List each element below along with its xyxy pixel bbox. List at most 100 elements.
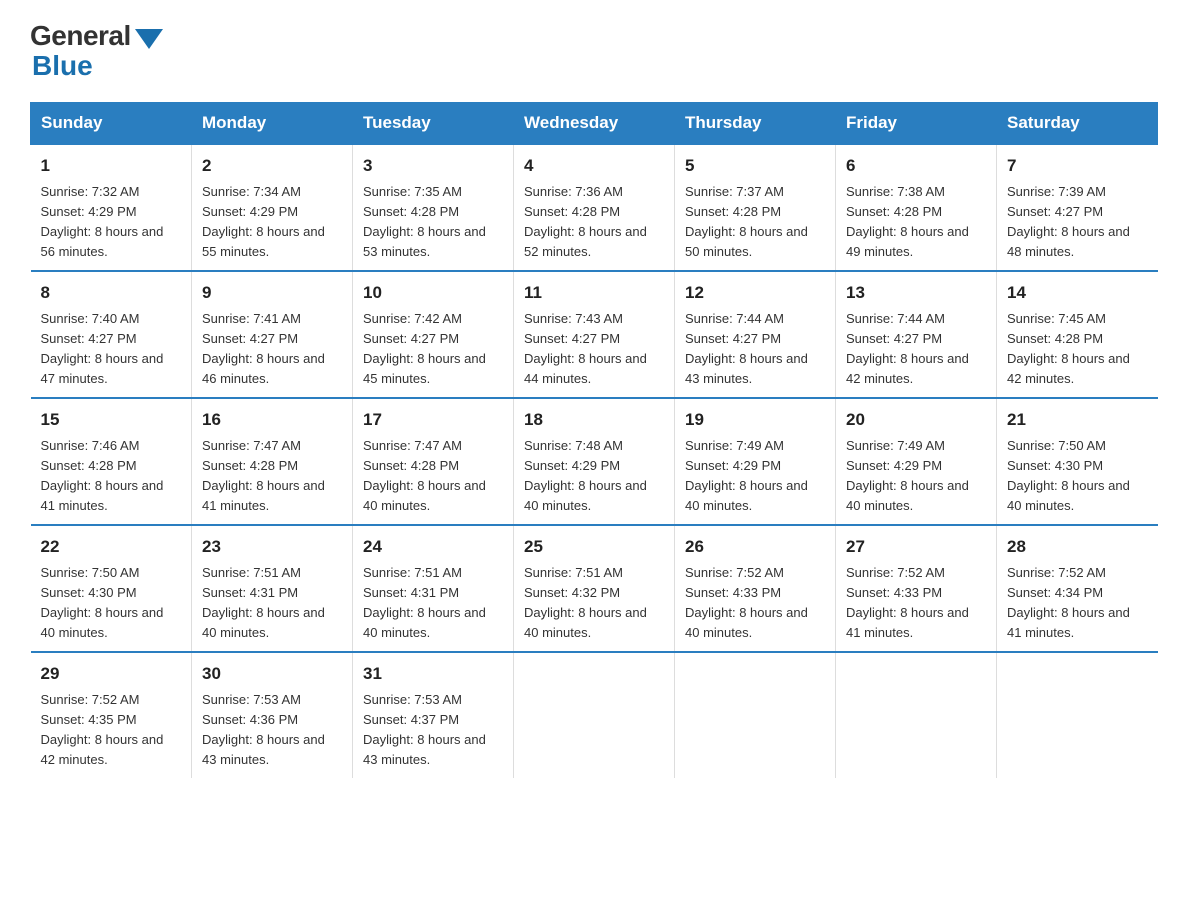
calendar-day-cell: 28 Sunrise: 7:52 AMSunset: 4:34 PMDaylig… <box>997 525 1158 652</box>
logo: General Blue <box>30 20 163 82</box>
day-number: 4 <box>524 153 664 179</box>
day-number: 14 <box>1007 280 1148 306</box>
day-info: Sunrise: 7:47 AMSunset: 4:28 PMDaylight:… <box>202 436 342 517</box>
calendar-day-cell: 5 Sunrise: 7:37 AMSunset: 4:28 PMDayligh… <box>675 144 836 271</box>
day-number: 31 <box>363 661 503 687</box>
calendar-day-cell: 26 Sunrise: 7:52 AMSunset: 4:33 PMDaylig… <box>675 525 836 652</box>
day-number: 22 <box>41 534 182 560</box>
calendar-day-cell: 19 Sunrise: 7:49 AMSunset: 4:29 PMDaylig… <box>675 398 836 525</box>
calendar-header-cell: Thursday <box>675 103 836 145</box>
day-number: 29 <box>41 661 182 687</box>
calendar-header-cell: Wednesday <box>514 103 675 145</box>
day-info: Sunrise: 7:37 AMSunset: 4:28 PMDaylight:… <box>685 182 825 263</box>
calendar-day-cell <box>997 652 1158 778</box>
day-info: Sunrise: 7:36 AMSunset: 4:28 PMDaylight:… <box>524 182 664 263</box>
calendar-day-cell: 3 Sunrise: 7:35 AMSunset: 4:28 PMDayligh… <box>353 144 514 271</box>
day-number: 30 <box>202 661 342 687</box>
day-number: 1 <box>41 153 182 179</box>
calendar-header-cell: Friday <box>836 103 997 145</box>
day-info: Sunrise: 7:49 AMSunset: 4:29 PMDaylight:… <box>846 436 986 517</box>
day-number: 3 <box>363 153 503 179</box>
day-number: 12 <box>685 280 825 306</box>
calendar-day-cell: 14 Sunrise: 7:45 AMSunset: 4:28 PMDaylig… <box>997 271 1158 398</box>
calendar-week-row: 22 Sunrise: 7:50 AMSunset: 4:30 PMDaylig… <box>31 525 1158 652</box>
day-info: Sunrise: 7:45 AMSunset: 4:28 PMDaylight:… <box>1007 309 1148 390</box>
day-info: Sunrise: 7:38 AMSunset: 4:28 PMDaylight:… <box>846 182 986 263</box>
day-number: 19 <box>685 407 825 433</box>
day-info: Sunrise: 7:53 AMSunset: 4:36 PMDaylight:… <box>202 690 342 771</box>
calendar-header-cell: Sunday <box>31 103 192 145</box>
calendar-header-cell: Saturday <box>997 103 1158 145</box>
calendar-week-row: 1 Sunrise: 7:32 AMSunset: 4:29 PMDayligh… <box>31 144 1158 271</box>
calendar-table: SundayMondayTuesdayWednesdayThursdayFrid… <box>30 102 1158 778</box>
day-number: 6 <box>846 153 986 179</box>
calendar-day-cell: 12 Sunrise: 7:44 AMSunset: 4:27 PMDaylig… <box>675 271 836 398</box>
day-number: 27 <box>846 534 986 560</box>
calendar-day-cell: 15 Sunrise: 7:46 AMSunset: 4:28 PMDaylig… <box>31 398 192 525</box>
calendar-day-cell <box>514 652 675 778</box>
day-info: Sunrise: 7:34 AMSunset: 4:29 PMDaylight:… <box>202 182 342 263</box>
day-number: 7 <box>1007 153 1148 179</box>
day-number: 15 <box>41 407 182 433</box>
day-number: 2 <box>202 153 342 179</box>
day-info: Sunrise: 7:44 AMSunset: 4:27 PMDaylight:… <box>846 309 986 390</box>
day-info: Sunrise: 7:39 AMSunset: 4:27 PMDaylight:… <box>1007 182 1148 263</box>
day-info: Sunrise: 7:50 AMSunset: 4:30 PMDaylight:… <box>1007 436 1148 517</box>
day-number: 28 <box>1007 534 1148 560</box>
day-number: 16 <box>202 407 342 433</box>
calendar-day-cell <box>836 652 997 778</box>
day-number: 21 <box>1007 407 1148 433</box>
day-info: Sunrise: 7:41 AMSunset: 4:27 PMDaylight:… <box>202 309 342 390</box>
day-number: 10 <box>363 280 503 306</box>
day-info: Sunrise: 7:46 AMSunset: 4:28 PMDaylight:… <box>41 436 182 517</box>
day-info: Sunrise: 7:51 AMSunset: 4:31 PMDaylight:… <box>202 563 342 644</box>
day-number: 9 <box>202 280 342 306</box>
day-info: Sunrise: 7:44 AMSunset: 4:27 PMDaylight:… <box>685 309 825 390</box>
day-info: Sunrise: 7:53 AMSunset: 4:37 PMDaylight:… <box>363 690 503 771</box>
calendar-header-cell: Monday <box>192 103 353 145</box>
day-info: Sunrise: 7:52 AMSunset: 4:34 PMDaylight:… <box>1007 563 1148 644</box>
day-number: 17 <box>363 407 503 433</box>
calendar-day-cell: 27 Sunrise: 7:52 AMSunset: 4:33 PMDaylig… <box>836 525 997 652</box>
day-number: 18 <box>524 407 664 433</box>
calendar-day-cell: 17 Sunrise: 7:47 AMSunset: 4:28 PMDaylig… <box>353 398 514 525</box>
logo-general-text: General <box>30 20 131 52</box>
day-number: 5 <box>685 153 825 179</box>
day-number: 26 <box>685 534 825 560</box>
day-number: 13 <box>846 280 986 306</box>
logo-triangle-icon <box>135 29 163 49</box>
calendar-day-cell: 22 Sunrise: 7:50 AMSunset: 4:30 PMDaylig… <box>31 525 192 652</box>
day-info: Sunrise: 7:49 AMSunset: 4:29 PMDaylight:… <box>685 436 825 517</box>
day-info: Sunrise: 7:35 AMSunset: 4:28 PMDaylight:… <box>363 182 503 263</box>
calendar-header-cell: Tuesday <box>353 103 514 145</box>
calendar-day-cell: 30 Sunrise: 7:53 AMSunset: 4:36 PMDaylig… <box>192 652 353 778</box>
calendar-day-cell: 16 Sunrise: 7:47 AMSunset: 4:28 PMDaylig… <box>192 398 353 525</box>
calendar-week-row: 15 Sunrise: 7:46 AMSunset: 4:28 PMDaylig… <box>31 398 1158 525</box>
day-info: Sunrise: 7:52 AMSunset: 4:33 PMDaylight:… <box>846 563 986 644</box>
calendar-day-cell: 8 Sunrise: 7:40 AMSunset: 4:27 PMDayligh… <box>31 271 192 398</box>
day-info: Sunrise: 7:52 AMSunset: 4:35 PMDaylight:… <box>41 690 182 771</box>
calendar-day-cell: 9 Sunrise: 7:41 AMSunset: 4:27 PMDayligh… <box>192 271 353 398</box>
logo-blue-text: Blue <box>32 50 93 82</box>
calendar-header-row: SundayMondayTuesdayWednesdayThursdayFrid… <box>31 103 1158 145</box>
calendar-day-cell: 6 Sunrise: 7:38 AMSunset: 4:28 PMDayligh… <box>836 144 997 271</box>
calendar-day-cell: 11 Sunrise: 7:43 AMSunset: 4:27 PMDaylig… <box>514 271 675 398</box>
day-number: 11 <box>524 280 664 306</box>
day-info: Sunrise: 7:51 AMSunset: 4:31 PMDaylight:… <box>363 563 503 644</box>
day-info: Sunrise: 7:47 AMSunset: 4:28 PMDaylight:… <box>363 436 503 517</box>
day-info: Sunrise: 7:42 AMSunset: 4:27 PMDaylight:… <box>363 309 503 390</box>
calendar-week-row: 29 Sunrise: 7:52 AMSunset: 4:35 PMDaylig… <box>31 652 1158 778</box>
calendar-day-cell: 20 Sunrise: 7:49 AMSunset: 4:29 PMDaylig… <box>836 398 997 525</box>
calendar-day-cell: 1 Sunrise: 7:32 AMSunset: 4:29 PMDayligh… <box>31 144 192 271</box>
calendar-day-cell: 31 Sunrise: 7:53 AMSunset: 4:37 PMDaylig… <box>353 652 514 778</box>
calendar-body: 1 Sunrise: 7:32 AMSunset: 4:29 PMDayligh… <box>31 144 1158 778</box>
calendar-day-cell: 4 Sunrise: 7:36 AMSunset: 4:28 PMDayligh… <box>514 144 675 271</box>
calendar-day-cell: 7 Sunrise: 7:39 AMSunset: 4:27 PMDayligh… <box>997 144 1158 271</box>
calendar-day-cell: 29 Sunrise: 7:52 AMSunset: 4:35 PMDaylig… <box>31 652 192 778</box>
day-number: 23 <box>202 534 342 560</box>
calendar-week-row: 8 Sunrise: 7:40 AMSunset: 4:27 PMDayligh… <box>31 271 1158 398</box>
calendar-day-cell: 13 Sunrise: 7:44 AMSunset: 4:27 PMDaylig… <box>836 271 997 398</box>
day-info: Sunrise: 7:48 AMSunset: 4:29 PMDaylight:… <box>524 436 664 517</box>
day-info: Sunrise: 7:40 AMSunset: 4:27 PMDaylight:… <box>41 309 182 390</box>
calendar-day-cell <box>675 652 836 778</box>
